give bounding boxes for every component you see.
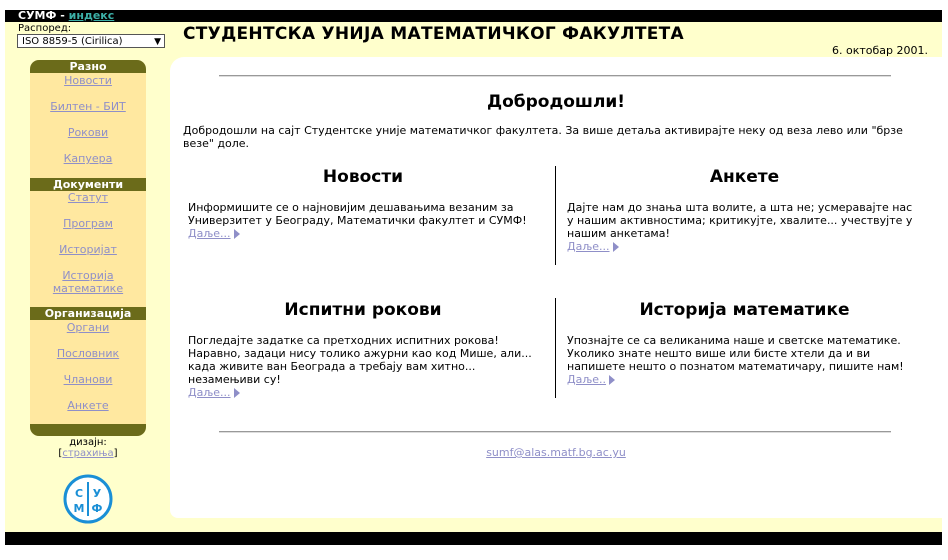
logo-letter-m: М [74,502,85,515]
more-link-polls[interactable]: Даље... [567,240,619,253]
logo-letter-f: Ф [92,502,103,515]
top-divider [219,75,891,77]
email-link[interactable]: sumf@alas.matf.bg.ac.yu [486,446,626,459]
page-title: СТУДЕНТСКА УНИЈА МАТЕМАТИЧКОГ ФАКУЛТЕТА [183,24,684,44]
sidebar-header-organization: Организација [30,307,146,320]
section-title-news: Новости [322,167,404,187]
sidebar-item-statute[interactable]: Статут [30,191,146,204]
sidebar-item-bulletin[interactable]: Билтен - БИТ [30,100,146,113]
play-icon [612,242,619,252]
site-separator: - [56,9,69,22]
bottom-bar [5,532,942,545]
more-link-polls-label: Даље... [567,240,610,253]
logo-letter-u: У [93,487,102,500]
design-bracket-close: ] [113,448,118,459]
design-credit: дизајн: [страхиња] [30,437,146,459]
section-text-exams: Погледајте задатке са претходних испитни… [188,334,532,386]
section-exams: Погледајте задатке са претходних испитни… [188,334,545,399]
site-name: СУМФ [18,9,57,22]
play-icon [233,229,240,239]
play-icon [609,375,616,385]
sidebar-caption: Разно [30,60,146,73]
more-link-exams[interactable]: Даље... [188,386,240,399]
top-bar: СУМФ - индекс [5,9,942,22]
main-content: Добродошли! Добродошли на сајт Студентск… [170,57,942,518]
more-link-news[interactable]: Даље... [188,227,240,240]
section-text-polls: Дајте нам до знања шта волите, а шта не;… [567,201,913,240]
site-heading: СУМФ - индекс [18,9,114,22]
more-link-exams-label: Даље... [188,386,231,399]
sidebar-item-bodies[interactable]: Органи [30,321,146,334]
more-link-news-label: Даље... [188,227,231,240]
section-text-news: Информишите се о најновијим дешавањима в… [188,201,527,227]
encoding-select[interactable]: ISO 8859-5 (Cirilica) ▼ [17,34,165,48]
section-title-polls: Анкете [709,167,780,187]
section-news: Информишите се о најновијим дешавањима в… [188,201,538,240]
encoding-select-value: ISO 8859-5 (Cirilica) [22,36,123,47]
sidebar-item-capoeira[interactable]: Капуера [30,152,146,165]
section-math-history: Упознајте се са великанима наше и светск… [567,334,917,386]
column-divider-top [555,166,556,265]
index-link[interactable]: индекс [69,9,115,22]
play-icon [233,388,240,398]
sumf-logo: С У М Ф [63,474,113,524]
sidebar-item-polls[interactable]: Анкете [30,399,146,412]
column-divider-bottom [555,298,556,398]
sidebar: Разно Новости Билтен - БИТ Рокови Капуер… [30,60,146,436]
designer-link[interactable]: страхиња [62,448,113,459]
logo-letter-s: С [75,487,83,500]
sidebar-item-math-history[interactable]: Историја математике [48,269,128,295]
page-date: 6. октобар 2001. [832,44,928,57]
section-title-exams: Испитни рокови [284,300,442,320]
sidebar-item-history[interactable]: Историјат [30,243,146,256]
sidebar-item-members[interactable]: Чланови [30,373,146,386]
sidebar-bottom-cap [30,424,146,436]
sidebar-item-program[interactable]: Програм [30,217,146,230]
sidebar-item-exam-terms[interactable]: Рокови [30,126,146,139]
welcome-text: Добродошли на сајт Студентске уније мате… [183,124,903,150]
contact-email: sumf@alas.matf.bg.ac.yu [170,446,942,459]
welcome-title: Добродошли! [486,92,626,112]
sidebar-item-news[interactable]: Новости [30,74,146,87]
schedule-label: Распоред: [18,23,72,34]
chevron-down-icon: ▼ [154,37,161,47]
sidebar-header-documents: Документи [30,178,146,191]
section-text-math-history: Упознајте се са великанима наше и светск… [567,334,904,373]
more-link-math-history-label: Даље.. [567,373,607,386]
bottom-divider [219,431,891,433]
section-title-math-history: Историја математике [639,300,850,320]
sidebar-item-rules[interactable]: Пословник [30,347,146,360]
section-polls: Дајте нам до знања шта волите, а шта не;… [567,201,922,253]
more-link-math-history[interactable]: Даље.. [567,373,616,386]
design-label: дизајн: [69,437,107,448]
